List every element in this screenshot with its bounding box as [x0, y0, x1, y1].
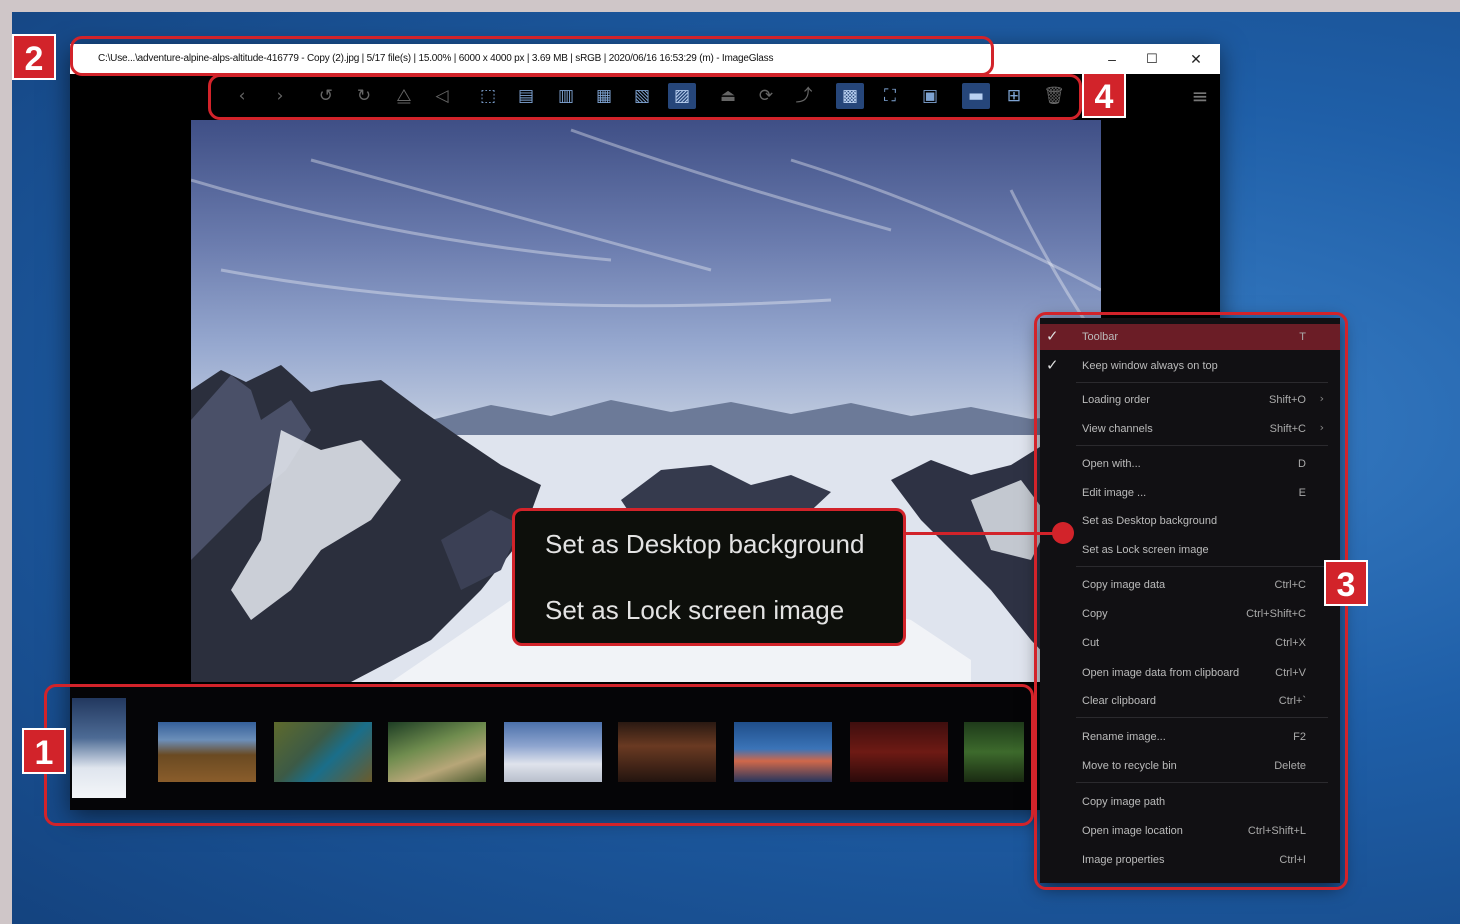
hamburger-menu-icon[interactable]: ≡	[1188, 84, 1212, 108]
badge-3: 3	[1324, 560, 1368, 606]
titlebar-highlight-frame	[70, 36, 994, 76]
maximize-button[interactable]: ☐	[1132, 48, 1172, 70]
badge-1: 1	[22, 728, 66, 774]
zoom-callout: Set as Desktop background Set as Lock sc…	[512, 508, 906, 646]
toolbar-highlight-frame	[208, 74, 1082, 120]
thumbnail-highlight-frame	[44, 684, 1034, 826]
minimize-button[interactable]: –	[1092, 48, 1132, 70]
close-button[interactable]: ✕	[1176, 48, 1216, 70]
badge-4: 4	[1082, 72, 1126, 118]
callout-lock-screen: Set as Lock screen image	[545, 595, 845, 625]
callout-leader-line	[906, 532, 1058, 535]
callout-desktop-background: Set as Desktop background	[545, 529, 865, 559]
badge-2: 2	[12, 34, 56, 80]
callout-leader-dot	[1052, 522, 1074, 544]
menu-highlight-frame	[1034, 312, 1348, 890]
